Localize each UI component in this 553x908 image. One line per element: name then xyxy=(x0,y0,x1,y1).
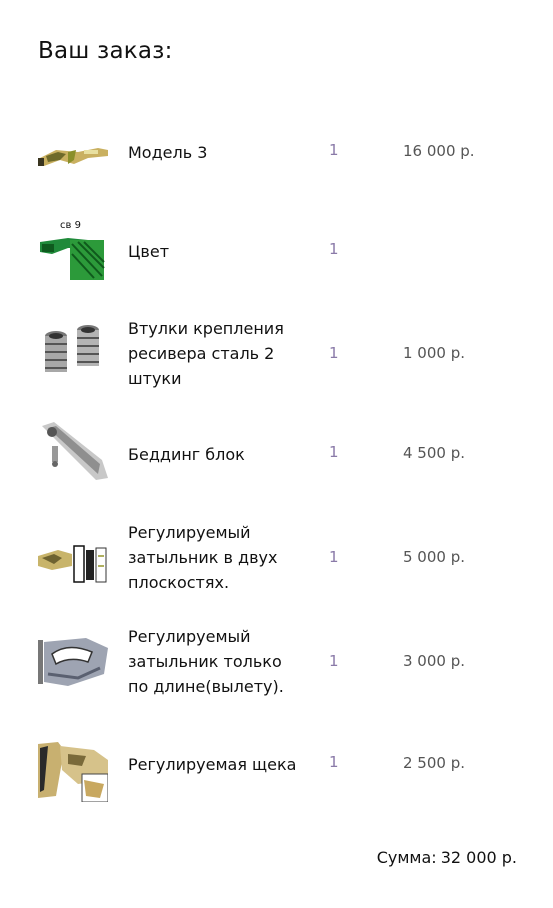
item-price: 1 000 р. xyxy=(403,344,465,362)
adjustable-buttplate-icon xyxy=(38,526,108,588)
item-price: 5 000 р. xyxy=(403,548,465,566)
item-quantity: 1 xyxy=(329,443,339,461)
swatch-caption: св 9 xyxy=(60,220,81,231)
item-quantity: 1 xyxy=(329,344,339,362)
item-price: 2 500 р. xyxy=(403,754,465,772)
item-quantity: 1 xyxy=(329,141,339,159)
item-price: 3 000 р. xyxy=(403,652,465,670)
cheek-riser-icon xyxy=(38,740,108,802)
item-name: Регулируемая щека xyxy=(128,755,297,774)
item-name: Цвет xyxy=(128,242,170,261)
item-price: 4 500 р. xyxy=(403,444,465,462)
item-price: 16 000 р. xyxy=(403,142,475,160)
color-swatch-icon: св 9 xyxy=(38,218,108,280)
item-name: Регулируемый затыльник в двух плоскостях… xyxy=(128,523,278,592)
item-quantity: 1 xyxy=(329,652,339,670)
steel-bushings-icon xyxy=(38,322,108,384)
order-title: Ваш заказ: xyxy=(38,38,173,64)
bedding-block-icon xyxy=(38,420,108,482)
item-quantity: 1 xyxy=(329,753,339,771)
total-label: Сумма: xyxy=(376,848,437,867)
rifle-stock-icon xyxy=(38,130,108,192)
item-quantity: 1 xyxy=(329,548,339,566)
item-name: Модель 3 xyxy=(128,143,208,162)
item-name: Регулируемый затыльник только по длине(в… xyxy=(128,627,284,696)
item-name: Беддинг блок xyxy=(128,445,245,464)
length-buttplate-icon xyxy=(38,634,108,696)
item-quantity: 1 xyxy=(329,240,339,258)
item-name: Втулки крепления ресивера сталь 2 штуки xyxy=(128,319,284,388)
total-value: 32 000 р. xyxy=(440,848,517,867)
order-total: Сумма: 32 000 р. xyxy=(373,848,517,867)
